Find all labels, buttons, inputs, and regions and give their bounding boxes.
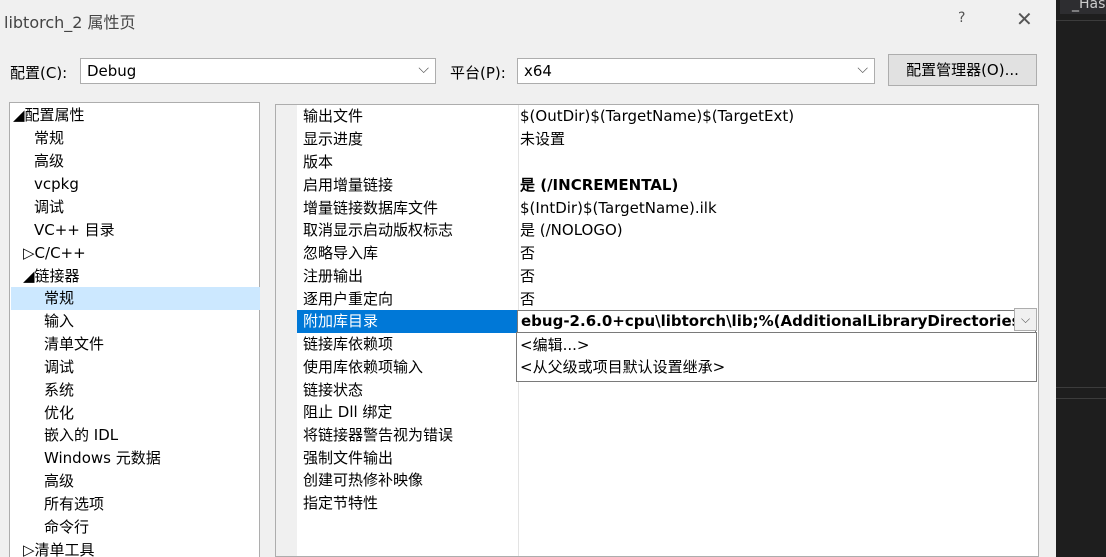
property-value: 是 (/INCREMENTAL) — [520, 176, 679, 194]
property-name: 附加库目录 — [303, 312, 379, 330]
property-value: 否 — [520, 244, 536, 262]
property-name: 注册输出 — [303, 267, 364, 285]
property-value: $(IntDir)$(TargetName).ilk — [520, 199, 717, 217]
property-row[interactable]: 逐用户重定向 否 — [297, 288, 1038, 311]
property-name: 取消显示启动版权标志 — [303, 221, 454, 239]
background-editor-strip: _Hash — [1056, 0, 1106, 557]
property-value: 否 — [520, 290, 536, 308]
tree-item-linker-general[interactable]: 常规 — [11, 287, 260, 310]
background-tab-label: _Hash — [1072, 0, 1106, 12]
property-row[interactable]: 取消显示启动版权标志 是 (/NOLOGO) — [297, 219, 1038, 242]
property-name: 输出文件 — [303, 107, 364, 125]
tree-item-linker[interactable]: ◢链接器 — [23, 265, 80, 288]
property-name: 版本 — [303, 153, 334, 171]
property-row[interactable]: 将链接器警告视为错误 — [297, 424, 1038, 447]
dropdown-option-edit[interactable]: <编辑...> — [520, 334, 589, 356]
property-pages-dialog: libtorch_2 属性页 ? ✕ 配置(C): Debug ⌵ 平台(P):… — [0, 0, 1056, 557]
tree-item-vcpkg[interactable]: vcpkg — [34, 173, 79, 196]
tree-item-all-options[interactable]: 所有选项 — [44, 493, 104, 516]
property-name: 使用库依赖项输入 — [303, 358, 424, 376]
dropdown-option-inherit[interactable]: <从父级或项目默认设置继承> — [520, 356, 725, 378]
property-row[interactable]: 指定节特性 — [297, 492, 1038, 515]
title-bar: libtorch_2 属性页 ? ✕ — [0, 0, 1056, 38]
property-value: 未设置 — [520, 130, 566, 148]
chevron-down-icon: ⌵ — [418, 61, 429, 77]
property-name: 启用增量链接 — [303, 176, 394, 194]
property-row[interactable]: 增量链接数据库文件 $(IntDir)$(TargetName).ilk — [297, 197, 1038, 220]
platform-label: 平台(P): — [450, 64, 506, 82]
config-manager-button[interactable]: 配置管理器(O)... — [888, 54, 1037, 86]
tree-item-windows-metadata[interactable]: Windows 元数据 — [44, 447, 161, 470]
tree-item-vc-directories[interactable]: VC++ 目录 — [34, 219, 115, 242]
property-name: 链接库依赖项 — [303, 335, 394, 353]
value-dropdown-list: <编辑...> <从父级或项目默认设置继承> — [516, 332, 1037, 382]
property-value: 是 (/NOLOGO) — [520, 221, 623, 239]
tree-item-debugging[interactable]: 调试 — [34, 196, 64, 219]
property-name: 逐用户重定向 — [303, 290, 394, 308]
property-value: $(OutDir)$(TargetName)$(TargetExt) — [520, 107, 795, 125]
tree-item-linker-advanced[interactable]: 高级 — [44, 470, 74, 493]
tree-item-general[interactable]: 常规 — [34, 127, 64, 150]
property-row[interactable]: 链接状态 — [297, 379, 1038, 402]
property-row[interactable]: 注册输出 否 — [297, 265, 1038, 288]
tree-item-config-properties[interactable]: ◢配置属性 — [13, 104, 85, 127]
window-title: libtorch_2 属性页 — [4, 13, 136, 32]
tree-item-input[interactable]: 输入 — [44, 310, 74, 333]
property-row[interactable]: 强制文件输出 — [297, 447, 1038, 470]
config-combo[interactable]: Debug ⌵ — [80, 58, 436, 84]
close-button[interactable]: ✕ — [1016, 7, 1033, 31]
tree-item-linker-debugging[interactable]: 调试 — [44, 356, 74, 379]
tree-item-c-cpp[interactable]: ▷C/C++ — [23, 242, 86, 265]
property-name: 增量链接数据库文件 — [303, 199, 439, 217]
property-name: 指定节特性 — [303, 494, 379, 512]
property-value: 否 — [520, 267, 536, 285]
property-row-selected[interactable]: 附加库目录 ebug-2.6.0+cpu\libtorch\lib;%(Addi… — [297, 310, 1038, 333]
background-tab: _Hash — [1060, 0, 1106, 14]
tree-item-system[interactable]: 系统 — [44, 379, 74, 402]
property-name: 阻止 Dll 绑定 — [303, 403, 393, 421]
dropdown-chevron-icon[interactable]: ⌵ — [1014, 308, 1037, 331]
category-tree[interactable]: ◢配置属性 常规 高级 vcpkg 调试 VC++ 目录 ▷C/C++ ◢链接器… — [9, 102, 260, 557]
tree-item-advanced[interactable]: 高级 — [34, 150, 64, 173]
property-row[interactable]: 显示进度 未设置 — [297, 128, 1038, 151]
divider — [1056, 398, 1106, 399]
grid-gutter — [276, 105, 297, 556]
property-row[interactable]: 创建可热修补映像 — [297, 469, 1038, 492]
property-name: 忽略导入库 — [303, 244, 379, 262]
platform-combo[interactable]: x64 ⌵ — [517, 58, 875, 84]
library-directories-input[interactable]: ebug-2.6.0+cpu\libtorch\lib;%(Additional… — [517, 310, 1036, 333]
tree-item-optimization[interactable]: 优化 — [44, 402, 74, 425]
divider — [1056, 20, 1106, 21]
tree-item-label: 常规 — [44, 289, 75, 307]
tree-item-manifest-tool[interactable]: ▷清单工具 — [23, 539, 95, 557]
property-row[interactable]: 输出文件 $(OutDir)$(TargetName)$(TargetExt) — [297, 105, 1038, 128]
tree-item-embedded-idl[interactable]: 嵌入的 IDL — [44, 424, 118, 447]
divider — [1056, 387, 1106, 388]
property-row[interactable]: 版本 — [297, 151, 1038, 174]
property-name: 创建可热修补映像 — [303, 471, 424, 489]
config-value: Debug — [87, 62, 137, 80]
property-name: 将链接器警告视为错误 — [303, 426, 454, 444]
tree-item-command-line[interactable]: 命令行 — [44, 516, 89, 539]
chevron-down-icon: ⌵ — [857, 61, 868, 77]
config-label: 配置(C): — [10, 64, 68, 82]
property-grid[interactable]: 输出文件 $(OutDir)$(TargetName)$(TargetExt) 显… — [275, 104, 1039, 557]
platform-value: x64 — [524, 62, 552, 80]
property-name: 显示进度 — [303, 130, 364, 148]
property-row[interactable]: 阻止 Dll 绑定 — [297, 401, 1038, 424]
library-directories-value: ebug-2.6.0+cpu\libtorch\lib;%(Additional… — [521, 312, 1028, 330]
property-name: 链接状态 — [303, 381, 364, 399]
property-row[interactable]: 启用增量链接 是 (/INCREMENTAL) — [297, 174, 1038, 197]
help-button[interactable]: ? — [958, 10, 965, 26]
property-row[interactable]: 忽略导入库 否 — [297, 242, 1038, 265]
tree-item-manifest-file[interactable]: 清单文件 — [44, 333, 104, 356]
property-name: 强制文件输出 — [303, 449, 394, 467]
